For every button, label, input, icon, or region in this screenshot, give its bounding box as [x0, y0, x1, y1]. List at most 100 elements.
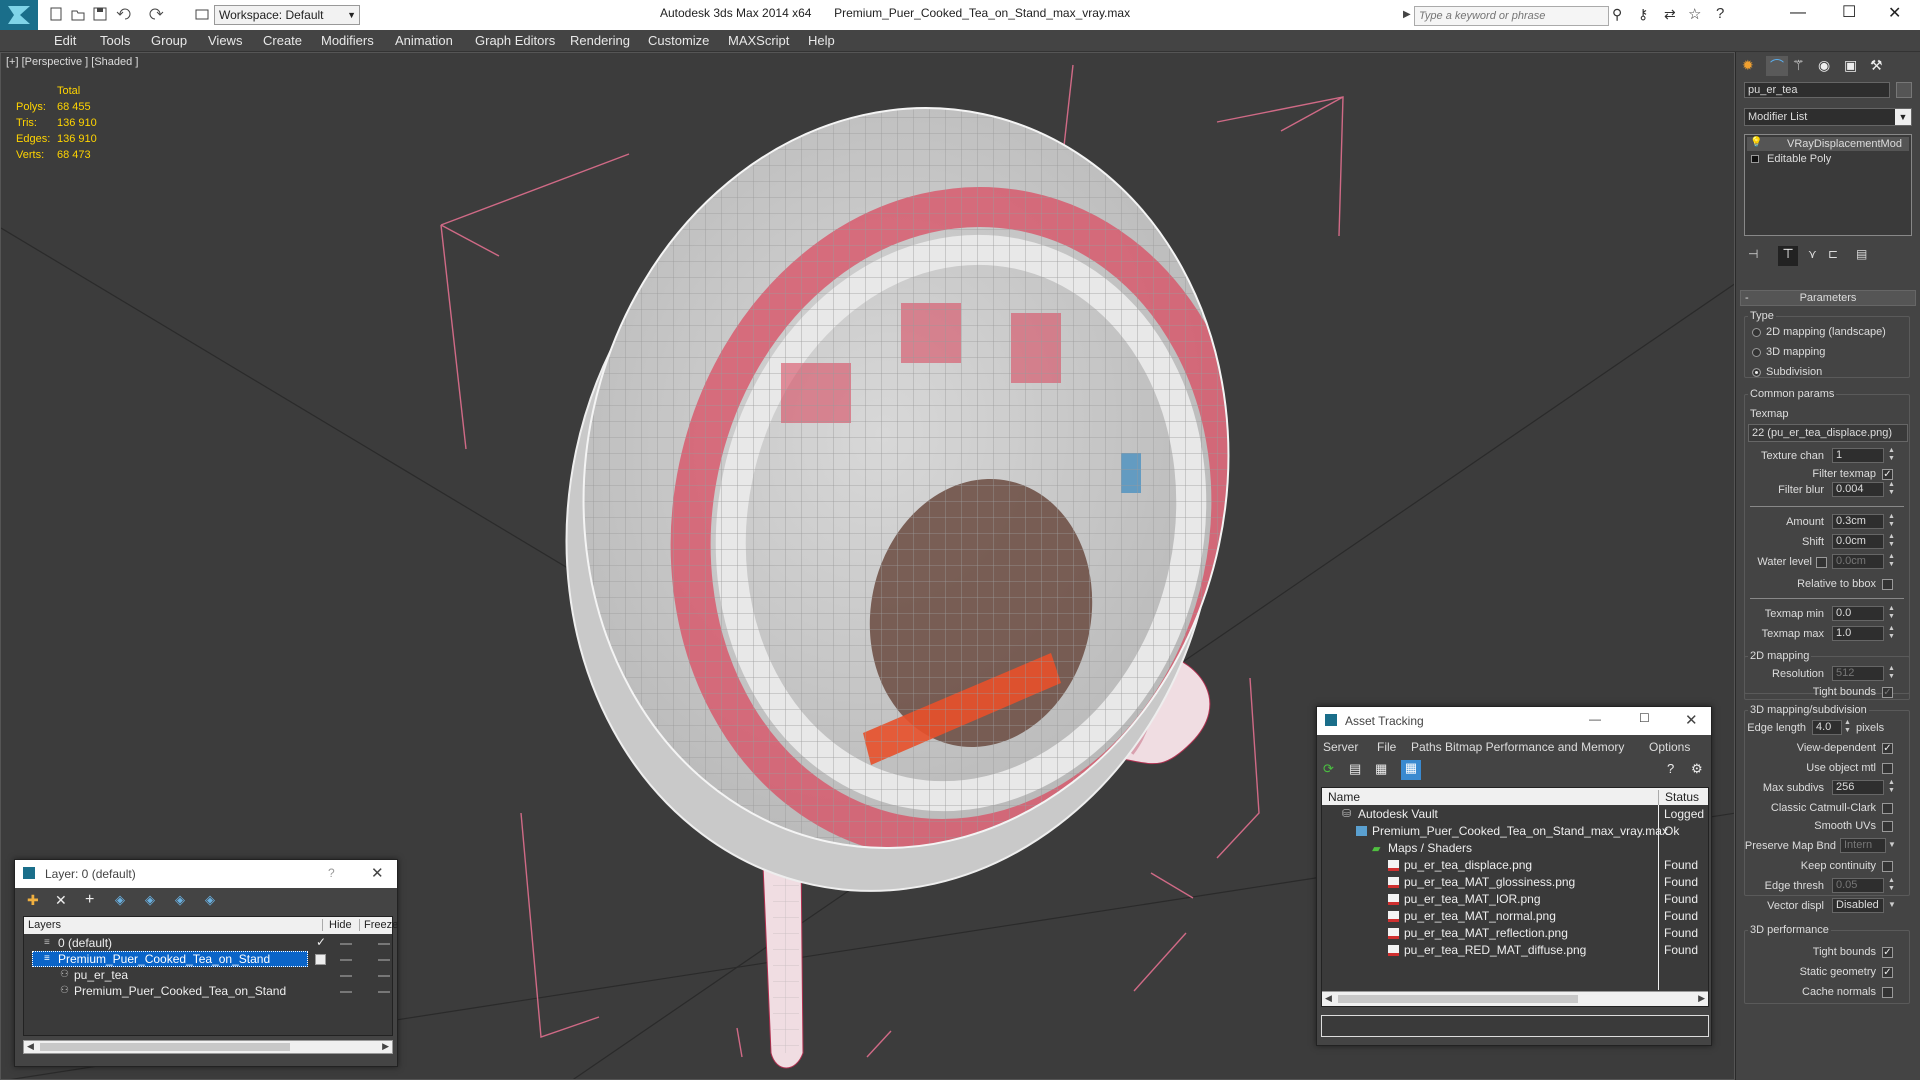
menu-rendering[interactable]: Rendering: [570, 33, 630, 48]
smooth-uvs-checkbox[interactable]: [1882, 821, 1893, 832]
asset-menu-paths[interactable]: Paths: [1411, 740, 1442, 754]
col-name[interactable]: Name: [1328, 790, 1360, 804]
filter-texmap-checkbox[interactable]: ✓: [1882, 469, 1893, 480]
refresh-icon[interactable]: ⟳: [1323, 761, 1341, 779]
pin-stack-icon[interactable]: ⊣: [1748, 247, 1766, 265]
spinner-arrows-icon[interactable]: ▲ ▼: [1888, 513, 1895, 529]
hide-toggle[interactable]: [340, 991, 352, 993]
hide-toggle[interactable]: [340, 975, 352, 977]
table-view-icon[interactable]: ▦: [1401, 760, 1421, 780]
col-layers[interactable]: Layers: [28, 919, 61, 931]
relative-bbox-checkbox[interactable]: [1882, 579, 1893, 590]
active-layer-check-icon[interactable]: ✓: [316, 935, 326, 949]
spinner-arrows-icon[interactable]: ▲ ▼: [1844, 719, 1851, 735]
show-end-result-icon[interactable]: ⊤: [1778, 246, 1798, 266]
static-geometry-checkbox[interactable]: ✓: [1882, 967, 1893, 978]
object-name-field[interactable]: pu_er_tea: [1744, 82, 1890, 98]
layer-object-row[interactable]: ⚇ Premium_Puer_Cooked_Tea_on_Stand: [24, 983, 392, 1000]
layer-window-titlebar[interactable]: Layer: 0 (default) ? ✕: [15, 860, 397, 888]
col-status[interactable]: Status: [1658, 790, 1699, 805]
menu-maxscript[interactable]: MAXScript: [728, 33, 789, 48]
asset-row[interactable]: pu_er_tea_displace.png Found: [1322, 857, 1708, 874]
menu-graph-editors[interactable]: Graph Editors: [475, 33, 555, 48]
scroll-thumb[interactable]: [40, 1043, 290, 1051]
water-level-spinner[interactable]: 0.0cm: [1832, 554, 1884, 569]
layer-close-button[interactable]: ✕: [371, 864, 384, 882]
col-hide[interactable]: Hide: [322, 919, 352, 931]
texmap-button[interactable]: 22 (pu_er_tea_displace.png): [1748, 424, 1908, 442]
close-button[interactable]: ✕: [1888, 3, 1901, 23]
vector-displ-dropdown[interactable]: Disabled: [1832, 898, 1884, 913]
layer-horizontal-scrollbar[interactable]: ◀ ▶: [23, 1040, 393, 1054]
scroll-left-icon[interactable]: ◀: [27, 1041, 34, 1052]
radio-2d-mapping[interactable]: [1752, 328, 1761, 337]
scroll-left-icon[interactable]: ◀: [1325, 993, 1332, 1004]
create-tab-icon[interactable]: ✹: [1742, 57, 1760, 75]
new-file-icon[interactable]: [48, 6, 66, 24]
asset-menu-server[interactable]: Server: [1323, 740, 1358, 754]
asset-row[interactable]: pu_er_tea_RED_MAT_diffuse.png Found: [1322, 942, 1708, 959]
menu-animation[interactable]: Animation: [395, 33, 453, 48]
spinner-arrows-icon[interactable]: ▲ ▼: [1888, 779, 1895, 795]
workspace-dropdown[interactable]: Workspace: Default ▼: [214, 5, 360, 25]
asset-close-button[interactable]: ✕: [1685, 711, 1698, 729]
search-field[interactable]: ▶: [1403, 6, 1609, 26]
spinner-arrows-icon[interactable]: ▲ ▼: [1888, 877, 1895, 893]
asset-menu-options[interactable]: Options: [1649, 740, 1690, 754]
cache-normals-checkbox[interactable]: [1882, 987, 1893, 998]
asset-horizontal-scrollbar[interactable]: ◀ ▶: [1322, 991, 1708, 1006]
object-color-swatch[interactable]: [1896, 82, 1912, 98]
asset-maximize-button[interactable]: ☐: [1639, 711, 1650, 725]
active-layer-checkbox[interactable]: [315, 954, 326, 965]
parameters-rollout-header[interactable]: - Parameters: [1740, 290, 1916, 306]
menu-help[interactable]: Help: [808, 33, 835, 48]
scroll-thumb[interactable]: [1338, 995, 1578, 1003]
spinner-arrows-icon[interactable]: ▲ ▼: [1888, 533, 1895, 549]
spinner-arrows-icon[interactable]: ▲ ▼: [1888, 665, 1895, 681]
menu-modifiers[interactable]: Modifiers: [321, 33, 374, 48]
help-query-icon[interactable]: ?: [1667, 761, 1685, 779]
asset-menu-file[interactable]: File: [1377, 740, 1396, 754]
star-icon[interactable]: ☆: [1688, 5, 1706, 23]
hierarchy-tab-icon[interactable]: ⚚: [1792, 57, 1810, 75]
use-object-mtl-checkbox[interactable]: [1882, 763, 1893, 774]
help-icon[interactable]: ?: [1716, 5, 1734, 23]
project-folder-icon[interactable]: [194, 6, 212, 24]
app-logo-button[interactable]: [0, 0, 38, 30]
radio-subdivision[interactable]: [1752, 368, 1761, 377]
menu-customize[interactable]: Customize: [648, 33, 709, 48]
asset-row[interactable]: pu_er_tea_MAT_reflection.png Found: [1322, 925, 1708, 942]
display-tab-icon[interactable]: ▣: [1844, 57, 1862, 75]
preserve-map-dropdown[interactable]: Intern: [1840, 838, 1886, 853]
search-input[interactable]: [1415, 7, 1608, 25]
modify-tab-icon[interactable]: ⌒: [1766, 56, 1788, 76]
amount-spinner[interactable]: 0.3cm: [1832, 514, 1884, 529]
create-layer-icon[interactable]: ✚: [27, 892, 45, 910]
filter-blur-spinner[interactable]: 0.004: [1832, 482, 1884, 497]
layer-row[interactable]: ≡ 0 (default) ✓: [24, 935, 392, 952]
hide-layers-icon[interactable]: ◈: [175, 892, 193, 910]
spinner-arrows-icon[interactable]: ▲ ▼: [1888, 625, 1895, 641]
scroll-right-icon[interactable]: ▶: [382, 1041, 389, 1052]
delete-layer-icon[interactable]: ✕: [55, 892, 73, 910]
radio-subdivision-label[interactable]: Subdivision: [1766, 366, 1822, 378]
exchange-icon[interactable]: ⇄: [1664, 6, 1682, 24]
menu-views[interactable]: Views: [208, 33, 242, 48]
col-freeze[interactable]: Freeze: [359, 919, 398, 931]
radio-3d-mapping[interactable]: [1752, 348, 1761, 357]
spinner-arrows-icon[interactable]: ▲ ▼: [1888, 481, 1895, 497]
remove-modifier-icon[interactable]: ⊏: [1828, 247, 1846, 265]
redo-icon[interactable]: [148, 6, 166, 24]
select-objects-icon[interactable]: ◈: [115, 892, 133, 910]
view-dependent-checkbox[interactable]: ✓: [1882, 743, 1893, 754]
texture-chan-spinner[interactable]: 1: [1832, 448, 1884, 463]
asset-menu-bitmap[interactable]: Bitmap Performance and Memory: [1445, 740, 1624, 754]
image-view-icon[interactable]: ▦: [1375, 761, 1393, 779]
modifier-list-dropdown[interactable]: Modifier List ▼: [1744, 108, 1912, 126]
asset-row[interactable]: pu_er_tea_MAT_glossiness.png Found: [1322, 874, 1708, 891]
undo-icon[interactable]: [116, 6, 134, 24]
lightbulb-icon[interactable]: 💡: [1750, 137, 1762, 148]
hide-toggle[interactable]: [340, 943, 352, 945]
asset-minimize-button[interactable]: —: [1589, 712, 1601, 726]
scroll-right-icon[interactable]: ▶: [1698, 993, 1705, 1004]
